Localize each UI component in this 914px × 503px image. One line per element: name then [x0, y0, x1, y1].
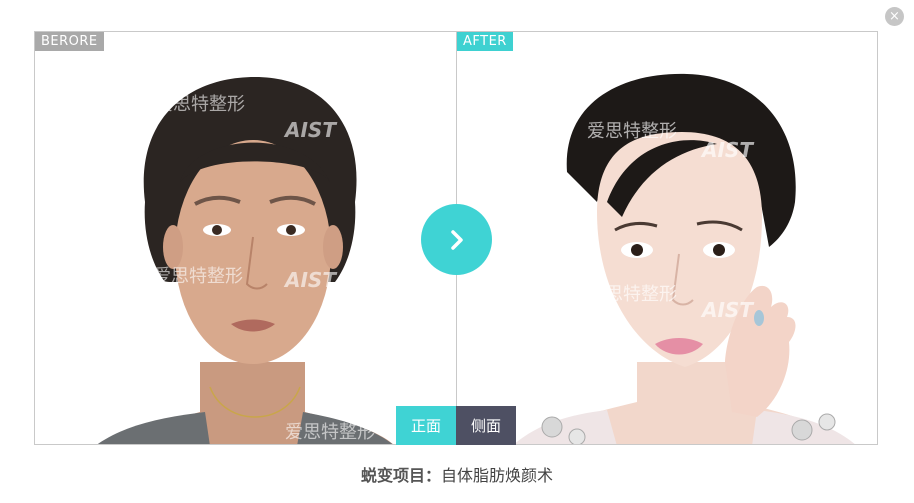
- tab-front-view[interactable]: 正面: [396, 406, 456, 445]
- before-tag: BERORE: [35, 32, 104, 51]
- next-arrow-button[interactable]: [421, 204, 492, 275]
- close-icon[interactable]: ×: [885, 7, 904, 26]
- watermark-text: 爱思特整形: [285, 422, 375, 443]
- watermark-text: AIST: [700, 298, 754, 322]
- watermark-text: AIST: [283, 118, 337, 142]
- watermark-text: 爱思特整形: [587, 121, 677, 142]
- watermark-text: 爱思特整形: [153, 266, 243, 287]
- caption-label: 蜕变项目：: [360, 466, 441, 485]
- watermark-text: AIST: [283, 268, 337, 292]
- before-panel: BERORE 爱思特整形 AIST 爱思特整形 AIST 爱思特整形: [34, 31, 457, 445]
- view-tabs: 正面 侧面: [396, 406, 516, 445]
- watermark-logo: 爱思特整形 AIST 爱思特整形 AIST 爱思特整形: [153, 94, 375, 443]
- after-panel: AFTER 爱思特整形 AIST 爱思特整形 AIST: [456, 31, 878, 445]
- watermark-text: 爱思特整形: [155, 94, 245, 115]
- watermark-text: 爱思特整形: [587, 284, 677, 305]
- tab-side-view[interactable]: 侧面: [456, 406, 516, 445]
- project-caption: 蜕变项目：自体脂肪焕颜术: [0, 462, 914, 486]
- watermark-text: AIST: [700, 138, 754, 162]
- after-tag: AFTER: [457, 32, 513, 51]
- chevron-right-icon: [450, 229, 463, 250]
- watermark-logo: 爱思特整形 AIST 爱思特整形 AIST: [587, 121, 754, 322]
- caption-value: 自体脂肪焕颜术: [441, 466, 554, 485]
